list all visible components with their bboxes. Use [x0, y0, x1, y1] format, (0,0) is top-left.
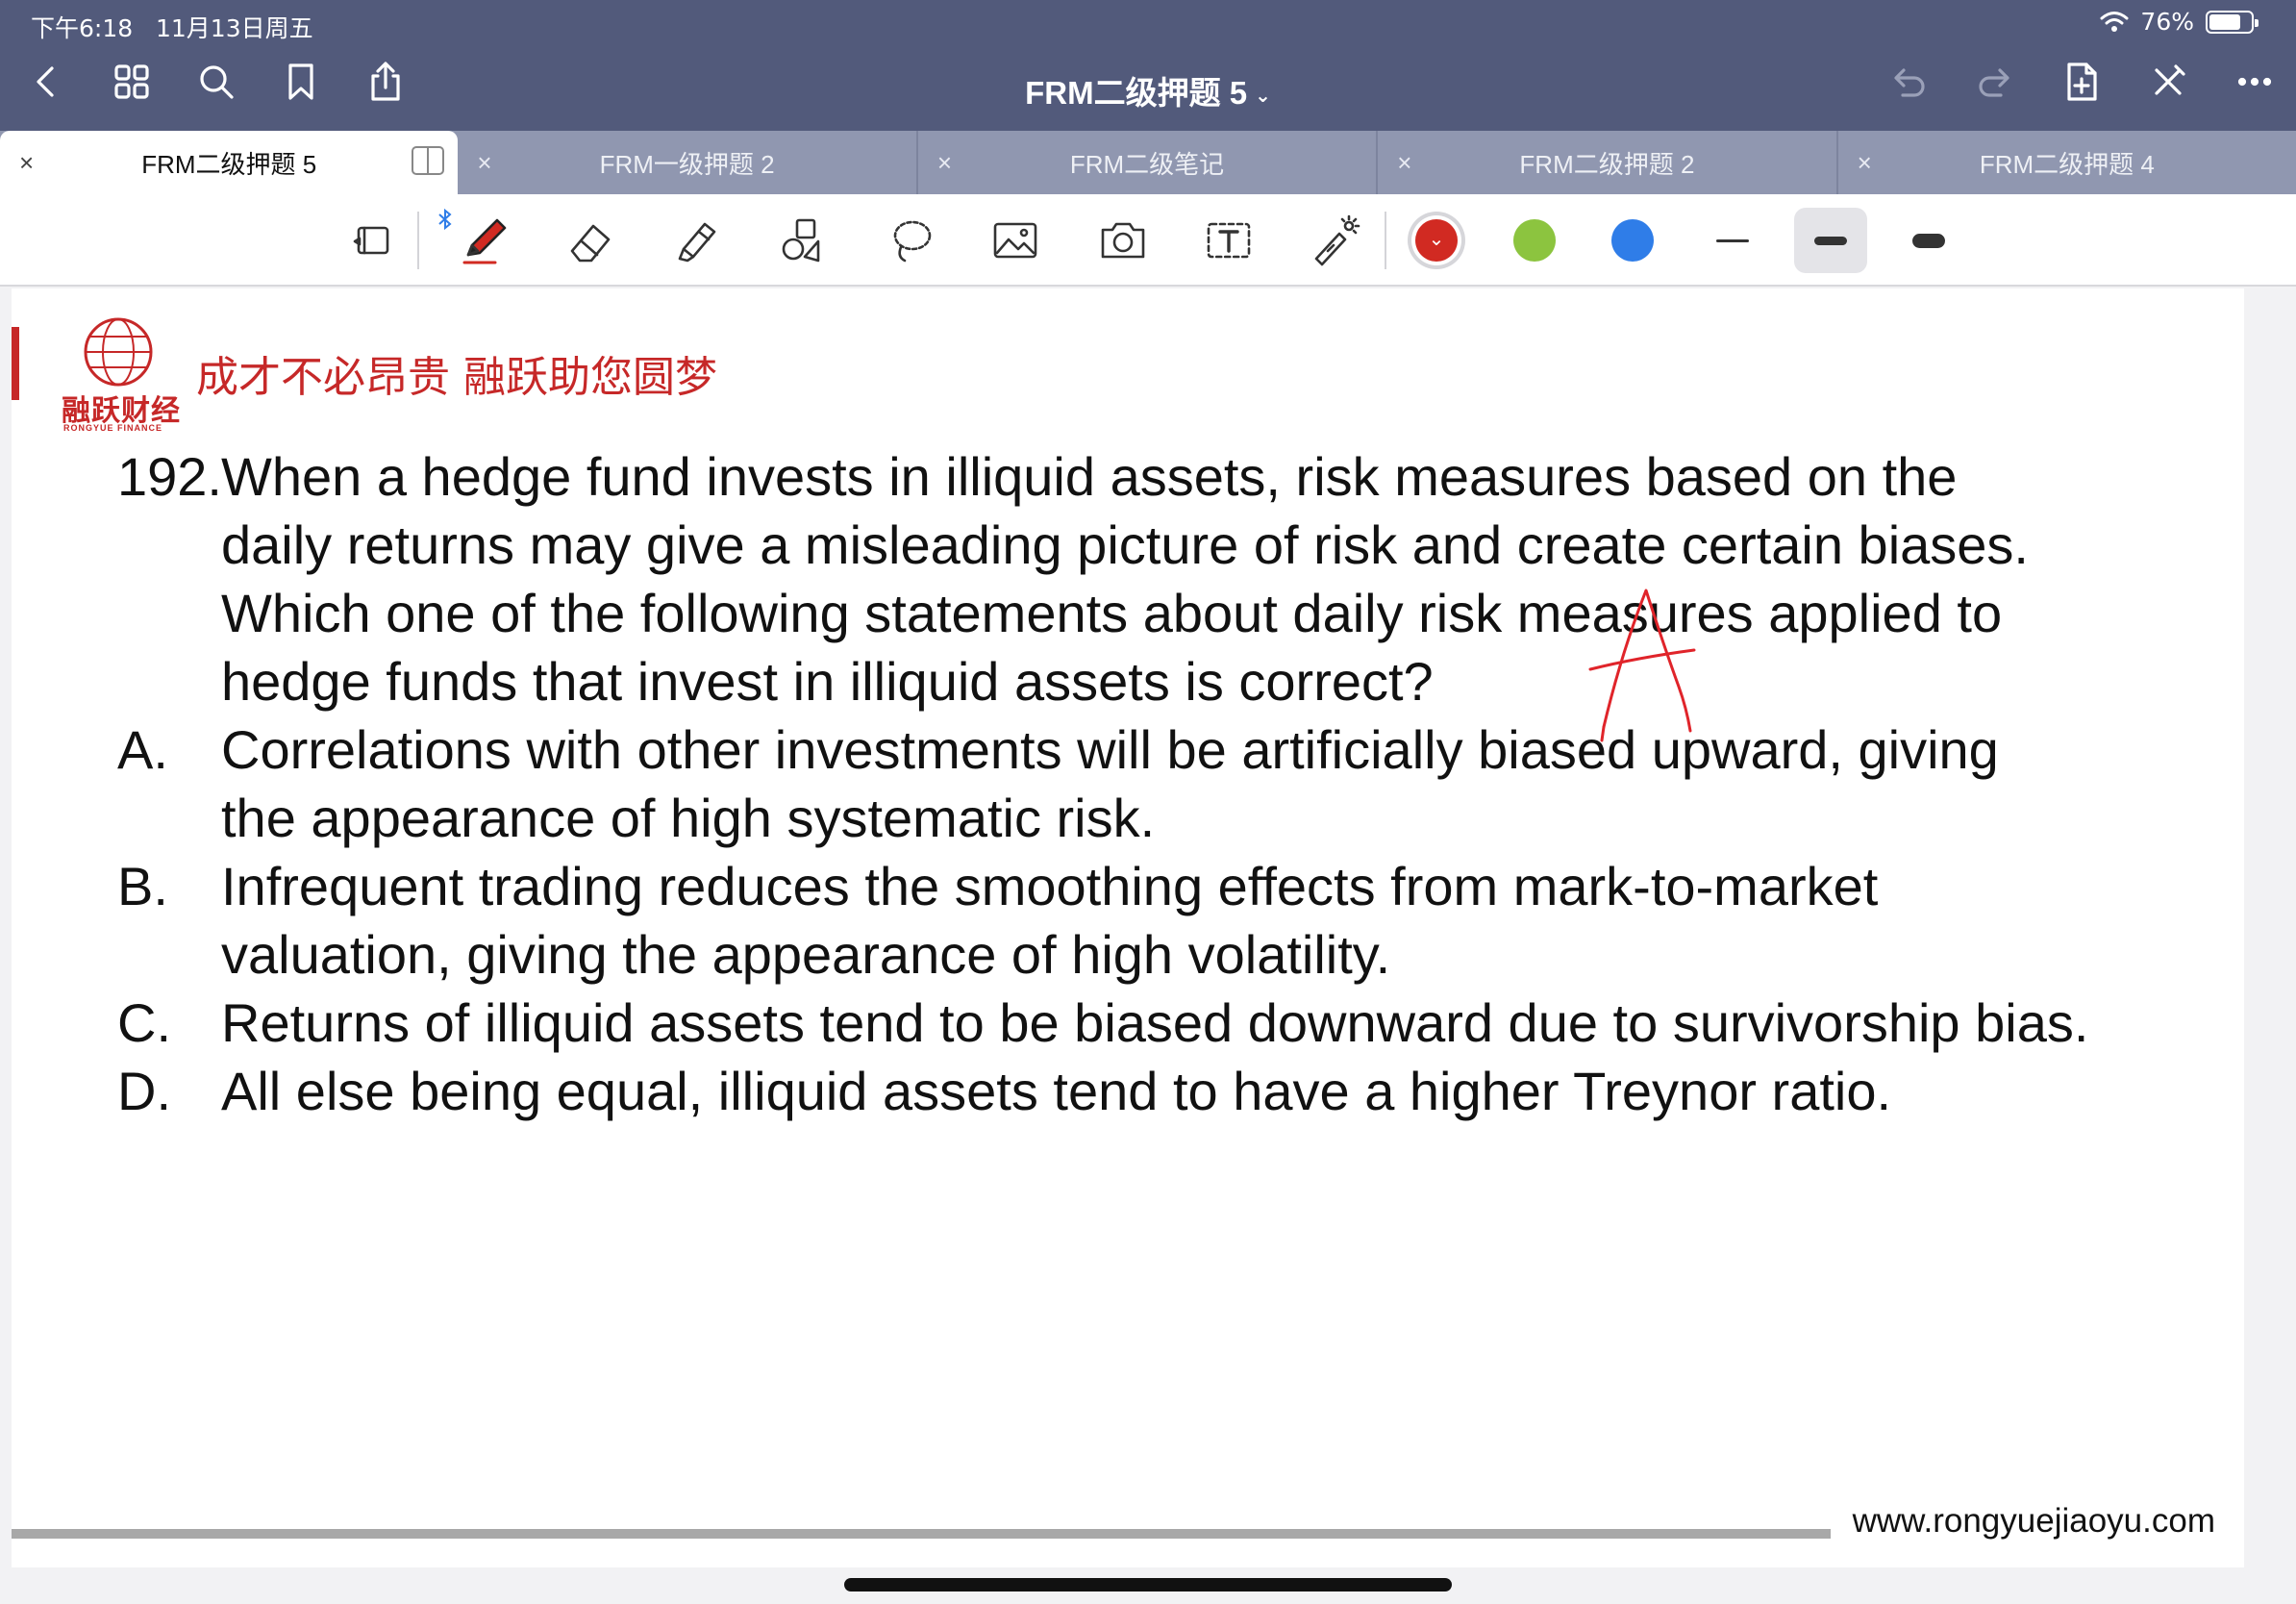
highlighter-icon[interactable]	[667, 210, 729, 271]
chevron-down-icon: ⌄	[1428, 229, 1445, 250]
logo-english-text: RONGYUE FINANCE	[63, 423, 163, 433]
more-icon[interactable]	[2233, 60, 2277, 104]
question-block: 192. When a hedge fund invests in illiqu…	[117, 442, 2233, 1125]
home-indicator[interactable]	[844, 1578, 1452, 1591]
option-letter: C.	[117, 992, 171, 1053]
chevron-down-icon: ⌄	[1255, 85, 1271, 107]
option-b: B. Infrequent trading reduces the smooth…	[117, 852, 2233, 989]
lasso-icon[interactable]	[881, 210, 942, 271]
add-page-icon[interactable]	[2059, 60, 2104, 104]
shapes-icon[interactable]	[773, 210, 835, 271]
camera-icon[interactable]	[1092, 210, 1154, 271]
laser-pointer-icon[interactable]	[1304, 210, 1365, 271]
close-icon[interactable]	[2146, 60, 2190, 104]
stroke-thin-button[interactable]	[1696, 208, 1769, 273]
tab-label: FRM二级笔记	[1069, 149, 1225, 179]
option-c: C. Returns of illiquid assets tend to be…	[117, 989, 2233, 1057]
tab-close-icon[interactable]: ×	[1397, 148, 1411, 178]
tab-label: FRM二级押题 4	[1979, 149, 2155, 179]
question-number: 192.	[117, 446, 222, 507]
bluetooth-icon	[438, 208, 452, 231]
stroke-medium-button[interactable]	[1794, 208, 1867, 273]
logo: 融跃财经 RONGYUE FINANCE	[50, 315, 185, 433]
top-bar: 下午6:18 11月13日周五 76% FRM二级押题 5 ⌄	[0, 0, 2296, 138]
color-blue-swatch[interactable]	[1611, 219, 1654, 262]
share-icon[interactable]	[363, 60, 408, 104]
question-line: daily returns may give a misleading pict…	[221, 514, 2029, 575]
title-left-group	[25, 60, 408, 104]
annotation-toolbar: ⌄	[0, 194, 2296, 287]
document-page[interactable]: 融跃财经 RONGYUE FINANCE 成才不必昂贵 融跃助您圆梦 192. …	[12, 288, 2244, 1567]
option-a: A. Correlations with other investments w…	[117, 715, 2233, 852]
tab-close-icon[interactable]: ×	[19, 148, 34, 178]
header-accent-bar	[12, 327, 19, 400]
status-indicators: 76%	[2100, 8, 2259, 36]
back-chevron-icon[interactable]	[25, 60, 69, 104]
tab-frm-l2-mock-2[interactable]: × FRM二级押题 2	[1378, 131, 1838, 194]
footer-rule	[12, 1529, 1831, 1539]
status-time: 下午6:18	[31, 14, 134, 42]
option-line: the appearance of high systematic risk.	[221, 788, 1156, 848]
option-letter: D.	[117, 1061, 171, 1121]
text-icon[interactable]	[1198, 210, 1260, 271]
option-text: Infrequent trading reduces the smoothing…	[221, 852, 2233, 989]
toolbar-divider	[1385, 212, 1386, 269]
option-letter: B.	[117, 856, 168, 916]
document-title-text: FRM二级押题 5	[1025, 75, 1248, 111]
slogan: 成才不必昂贵 融跃助您圆梦	[196, 353, 717, 402]
grid-icon[interactable]	[110, 60, 154, 104]
question-line: When a hedge fund invests in illiquid as…	[221, 446, 1958, 507]
split-view-icon[interactable]	[412, 146, 445, 175]
question-line: hedge funds that invest in illiquid asse…	[221, 651, 1434, 712]
tab-frm-l2-mock-4[interactable]: × FRM二级押题 4	[1838, 131, 2296, 194]
tab-bar: × FRM二级押题 5 × FRM一级押题 2 × FRM二级笔记 × FRM二…	[0, 131, 2296, 194]
option-text: Correlations with other investments will…	[221, 715, 2233, 852]
bookmark-icon[interactable]	[279, 60, 323, 104]
tab-frm-l1-mock-2[interactable]: × FRM一级押题 2	[458, 131, 918, 194]
eraser-icon[interactable]	[562, 210, 623, 271]
tab-label: FRM二级押题 5	[141, 149, 317, 179]
status-date: 11月13日周五	[155, 14, 313, 42]
question-stem: 192. When a hedge fund invests in illiqu…	[117, 442, 2233, 715]
pen-icon[interactable]	[454, 210, 515, 271]
image-icon[interactable]	[985, 210, 1046, 271]
tab-label: FRM二级押题 2	[1519, 149, 1695, 179]
wifi-icon	[2100, 11, 2129, 32]
handwritten-letter-a-icon	[1588, 589, 1696, 742]
question-body: When a hedge fund invests in illiquid as…	[221, 442, 2233, 715]
stroke-thick-button[interactable]	[1892, 208, 1965, 273]
read-mode-icon[interactable]	[342, 210, 404, 271]
option-letter: A.	[117, 719, 168, 780]
option-line: valuation, giving the appearance of high…	[221, 924, 1391, 985]
handwritten-answer-ink[interactable]	[1579, 577, 1733, 769]
undo-icon[interactable]	[1886, 60, 1931, 104]
tab-close-icon[interactable]: ×	[1858, 148, 1872, 178]
option-line: Returns of illiquid assets tend to be bi…	[221, 992, 2089, 1053]
document-title-button[interactable]: FRM二级押题 5 ⌄	[1025, 75, 1271, 111]
tab-close-icon[interactable]: ×	[937, 148, 952, 178]
footer-url: www.rongyuejiaoyu.com	[1852, 1502, 2215, 1540]
search-icon[interactable]	[194, 60, 238, 104]
status-time-date: 下午6:18 11月13日周五	[31, 10, 313, 44]
option-d: D. All else being equal, illiquid assets…	[117, 1057, 2233, 1125]
option-line: Infrequent trading reduces the smoothing…	[221, 856, 1879, 916]
option-line: All else being equal, illiquid assets te…	[221, 1061, 1892, 1121]
battery-icon	[2206, 10, 2259, 34]
color-red-swatch[interactable]: ⌄	[1415, 219, 1458, 262]
tab-frm-l2-notes[interactable]: × FRM二级笔记	[918, 131, 1379, 194]
tab-frm-l2-mock-5[interactable]: × FRM二级押题 5	[0, 131, 459, 194]
question-line: Which one of the following statements ab…	[221, 583, 2003, 643]
toolbar-divider	[417, 212, 419, 269]
option-text: Returns of illiquid assets tend to be bi…	[221, 989, 2233, 1057]
tab-label: FRM一级押题 2	[599, 149, 775, 179]
redo-icon[interactable]	[1973, 60, 2017, 104]
option-line: Correlations with other investments will…	[221, 719, 1999, 780]
battery-percent: 76%	[2140, 8, 2194, 36]
title-right-group	[1886, 60, 2277, 104]
globe-logo-icon	[84, 317, 153, 387]
tab-close-icon[interactable]: ×	[477, 148, 491, 178]
option-text: All else being equal, illiquid assets te…	[221, 1057, 2233, 1125]
color-green-swatch[interactable]	[1513, 219, 1556, 262]
